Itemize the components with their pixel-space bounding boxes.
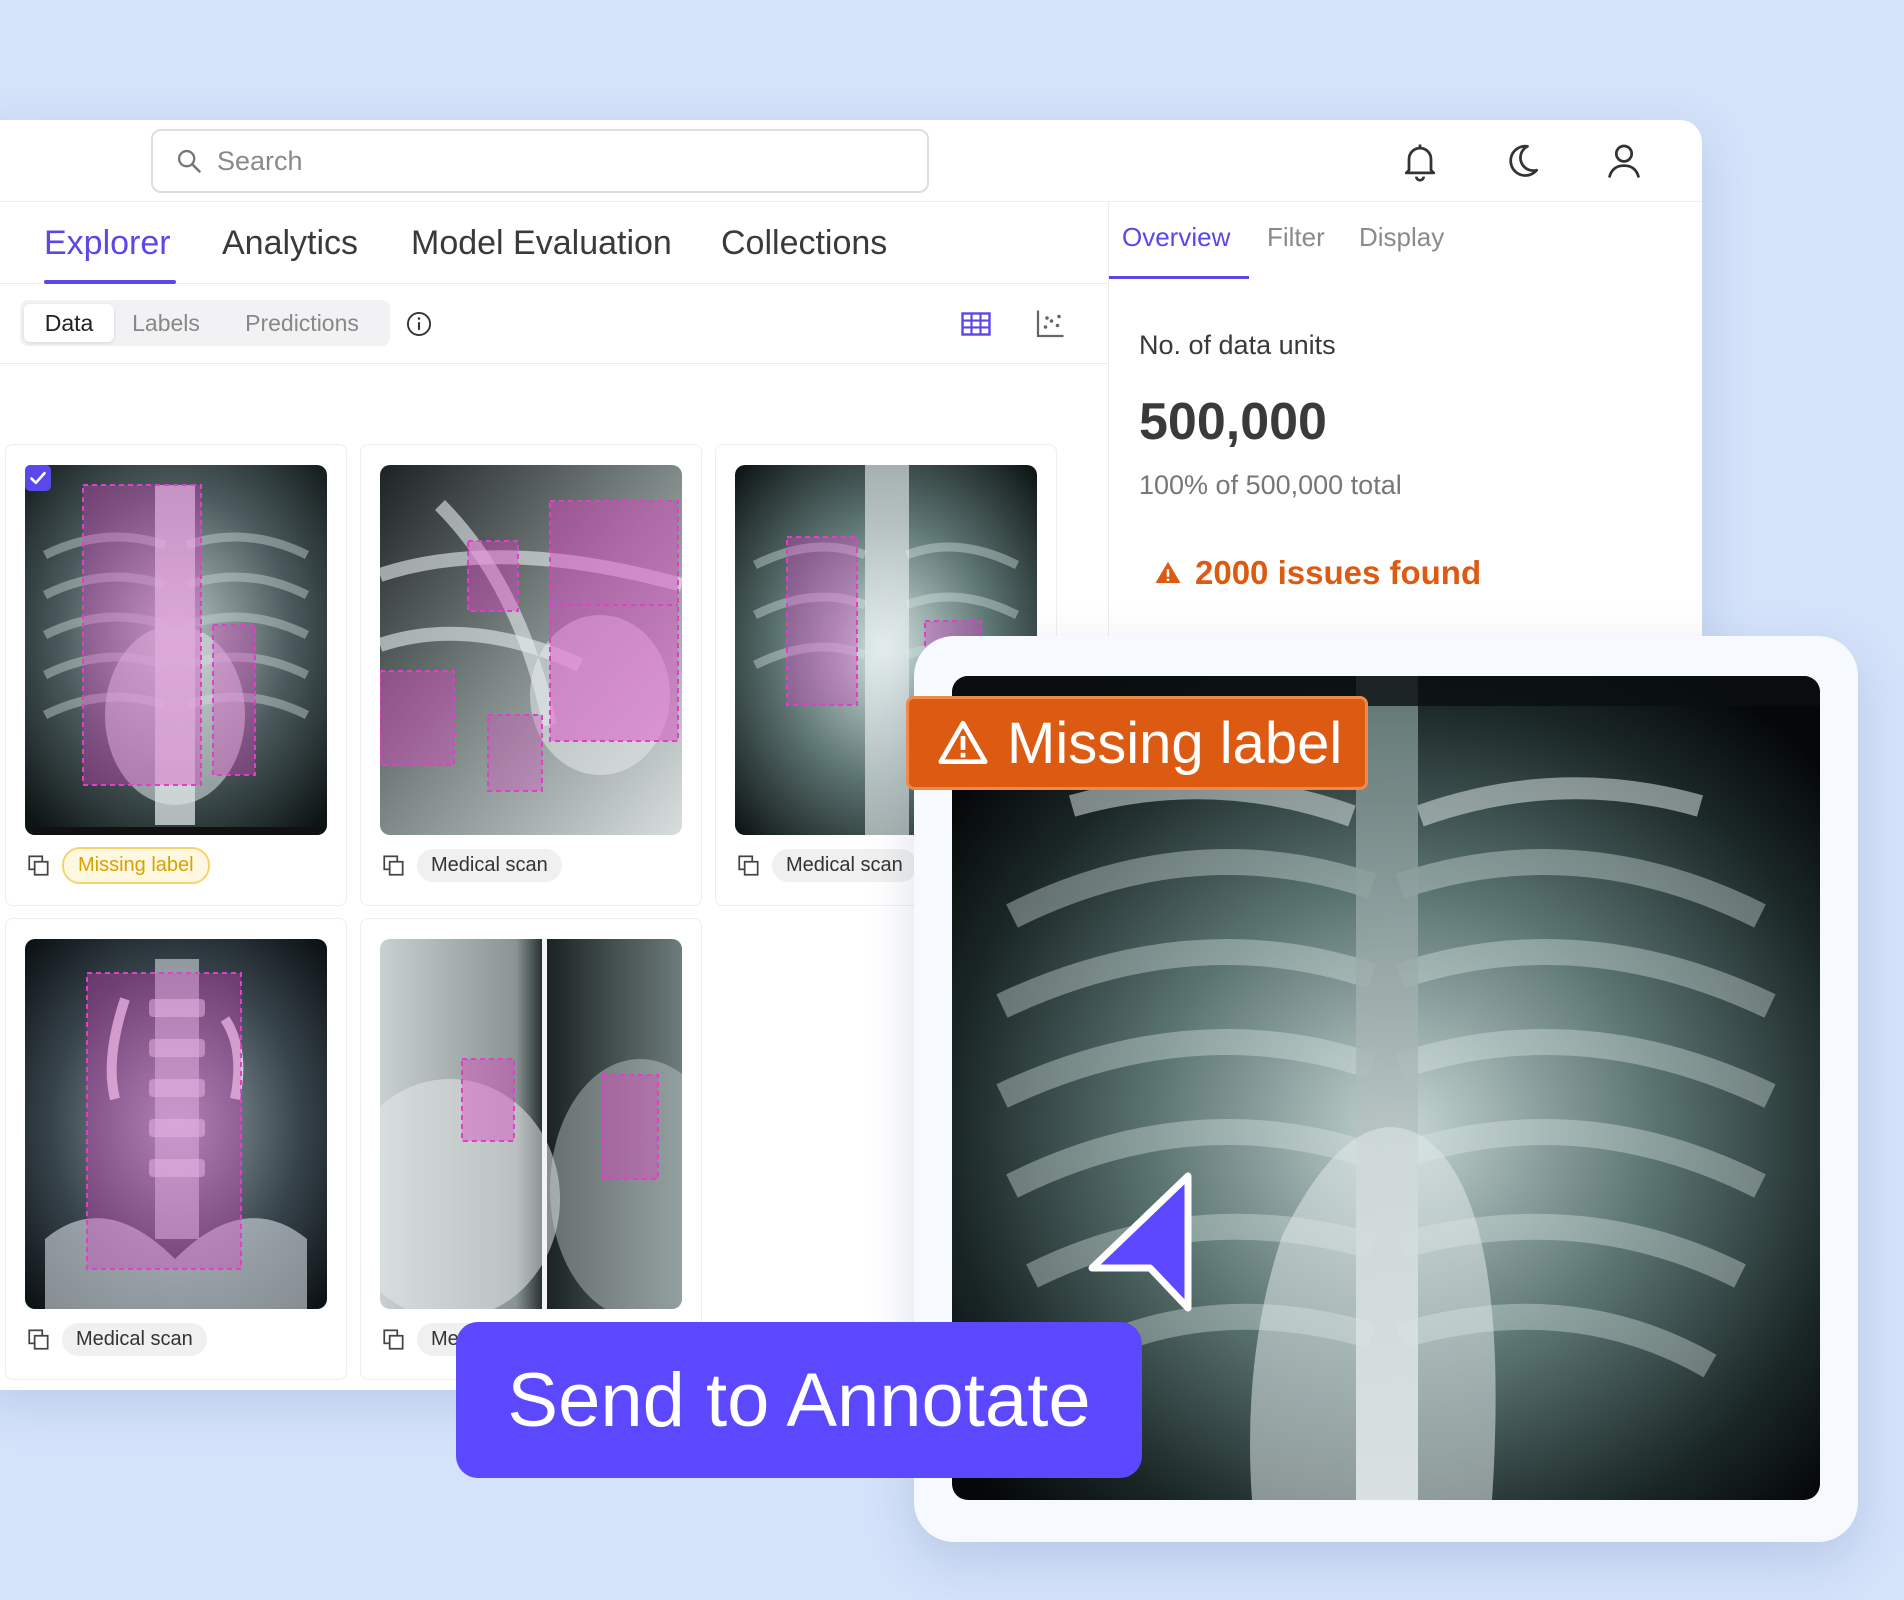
data-card[interactable]: Medical scan [360, 444, 702, 906]
segment-labels[interactable]: Labels [116, 304, 216, 342]
panel-tabs: Overview Filter Display [1109, 202, 1702, 279]
tab-filter[interactable]: Filter [1267, 222, 1325, 253]
xray-thumbnail[interactable] [380, 939, 682, 1309]
xray-thumbnail[interactable] [380, 465, 682, 835]
stack-icon [383, 855, 404, 876]
card-footer: Medical scan [26, 1321, 207, 1357]
tab-overview[interactable]: Overview [1122, 222, 1230, 253]
stack-icon [738, 855, 759, 876]
data-type-segment: Data Labels Predictions [20, 300, 390, 346]
data-units-subtext: 100% of 500,000 total [1139, 470, 1402, 500]
active-panel-tab-indicator [1109, 276, 1249, 279]
stack-icon [28, 855, 49, 876]
selection-checkbox[interactable] [25, 465, 51, 491]
view-toolbar: Data Labels Predictions [0, 284, 1108, 364]
cursor-arrow-icon [1088, 1172, 1192, 1312]
warning-icon [1155, 561, 1181, 583]
search-input[interactable]: Search [217, 146, 303, 177]
data-card[interactable]: Medical scan [360, 918, 702, 1380]
scatter-view-icon[interactable] [1032, 306, 1068, 342]
tab-analytics[interactable]: Analytics [222, 224, 358, 263]
card-footer: Medical scan [381, 847, 562, 883]
main-tabs: Explorer Analytics Model Evaluation Coll… [0, 202, 1108, 284]
segment-predictions[interactable]: Predictions [218, 304, 386, 342]
user-icon [1607, 144, 1641, 178]
info-icon[interactable] [405, 310, 433, 338]
tab-collections[interactable]: Collections [721, 224, 887, 263]
search-box[interactable]: Search [151, 129, 929, 193]
missing-label-badge: Missing label [906, 696, 1368, 790]
tab-explorer[interactable]: Explorer [44, 224, 171, 263]
missing-label-text: Missing label [1007, 710, 1343, 776]
data-units-value: 500,000 [1139, 393, 1327, 451]
send-to-annotate-button[interactable]: Send to Annotate [456, 1322, 1142, 1478]
stack-icon [383, 1329, 404, 1350]
medical-scan-tag: Medical scan [62, 1322, 207, 1356]
stack-icon [28, 1329, 49, 1350]
moon-icon [1509, 144, 1539, 177]
tab-model-evaluation[interactable]: Model Evaluation [411, 224, 672, 263]
notifications-button[interactable] [1398, 139, 1442, 183]
data-units-label: No. of data units [1139, 330, 1336, 360]
xray-thumbnail[interactable] [25, 465, 327, 835]
top-bar: Search [0, 120, 1702, 202]
theme-toggle-button[interactable] [1500, 139, 1544, 183]
search-icon [177, 149, 201, 173]
issues-link[interactable]: 2000 issues found [1153, 554, 1481, 592]
card-footer: Missing label [26, 846, 210, 884]
data-card[interactable]: Medical scan [5, 918, 347, 1380]
grid-view-icon[interactable] [958, 306, 994, 342]
issues-text: 2000 issues found [1195, 554, 1482, 591]
missing-label-tag: Missing label [62, 846, 210, 884]
check-icon [30, 471, 46, 485]
medical-scan-tag: Medical scan [772, 848, 917, 882]
tab-display[interactable]: Display [1359, 222, 1444, 253]
data-card[interactable]: Missing label [5, 444, 347, 906]
card-footer: Medical scan [736, 847, 917, 883]
warning-triangle-icon [938, 720, 988, 764]
bell-icon [1404, 144, 1436, 182]
profile-button[interactable] [1602, 139, 1646, 183]
medical-scan-tag: Medical scan [417, 848, 562, 882]
xray-thumbnail[interactable] [25, 939, 327, 1309]
segment-data[interactable]: Data [24, 304, 114, 342]
